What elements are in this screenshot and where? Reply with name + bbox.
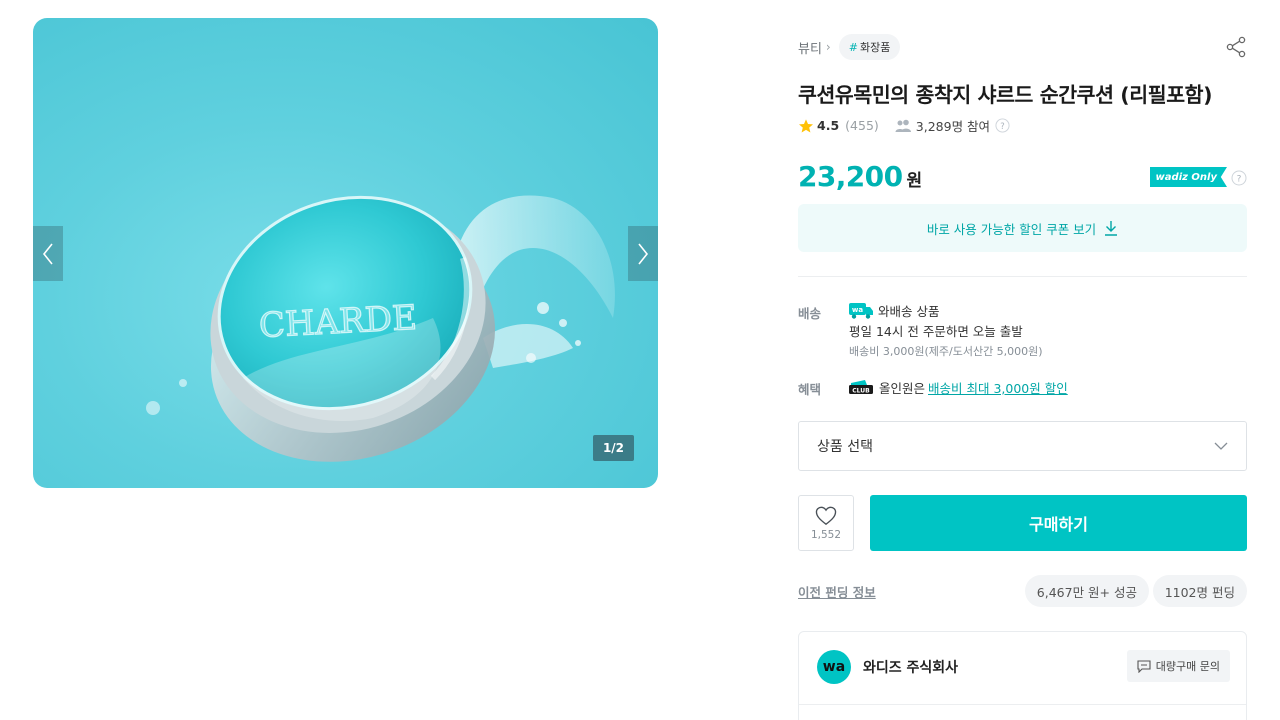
breadcrumb-category[interactable]: 뷰티 (798, 38, 822, 57)
buy-button[interactable]: 구매하기 (870, 495, 1247, 551)
maker-card: wa 와디즈 주식회사 대량구매 문의 (798, 631, 1247, 720)
star-icon (799, 118, 813, 133)
tag-hash: # (848, 40, 858, 54)
people-icon (895, 119, 911, 132)
shipping-info: wa 와배송 상품 평일 14시 전 주문하면 오늘 출발 배송비 3,000원… (849, 300, 1043, 359)
svg-text:wa: wa (852, 306, 863, 314)
bulk-inquiry-button[interactable]: 대량구매 문의 (1126, 650, 1230, 682)
tag-label: 화장품 (859, 41, 891, 54)
help-icon[interactable]: ? (995, 118, 1010, 133)
gallery-page-indicator: 1/2 (593, 435, 634, 461)
rating-value: 4.5 (817, 118, 840, 133)
benefit-info: CLUB 올인원은 배송비 최대 3,000원 할인 (849, 377, 1068, 397)
svg-text:CHARDE: CHARDE (258, 298, 418, 346)
previous-funding-link[interactable]: 이전 펀딩 정보 (798, 582, 876, 601)
svg-text:?: ? (1000, 121, 1004, 131)
category-tag[interactable]: # 화장품 (838, 34, 901, 60)
shipping-fee: 배송비 3,000원(제주/도서산간 5,000원) (849, 345, 1043, 358)
maker-name[interactable]: 와디즈 주식회사 (863, 657, 958, 677)
rating-count[interactable]: (455) (845, 118, 879, 133)
shipping-type: 와배송 상품 (878, 303, 940, 319)
shipping-label: 배송 (798, 306, 822, 321)
svg-text:CLUB: CLUB (852, 388, 870, 395)
delivery-truck-icon: wa (849, 303, 873, 319)
chevron-right-icon: › (825, 40, 831, 54)
bulk-inquiry-label: 대량구매 문의 (1155, 660, 1220, 673)
maker-logo[interactable]: wa (817, 650, 851, 684)
chevron-left-icon (42, 243, 53, 264)
section-divider (798, 276, 1247, 277)
svg-text:?: ? (1237, 175, 1242, 185)
participant-count: 3,289명 참여 (915, 119, 991, 134)
product-title: 쿠션유목민의 종착지 샤르드 순간쿠션 (리필포함) (798, 83, 1213, 107)
chevron-right-icon (638, 243, 649, 264)
gallery-prev-button[interactable] (33, 226, 63, 281)
benefit-prefix: 올인원은 (879, 380, 926, 396)
funding-amount-chip: 6,467만 원+ 성공 (1024, 575, 1149, 607)
option-select-placeholder: 상품 선택 (817, 439, 873, 455)
shipping-schedule: 평일 14시 전 주문하면 오늘 출발 (849, 324, 1023, 339)
rating-row: 4.5 (455) 3,289명 참여 ? (798, 116, 1010, 135)
gallery-next-button[interactable] (628, 226, 658, 281)
maker-divider (799, 704, 1246, 705)
chevron-down-icon (1214, 442, 1228, 450)
download-icon (1105, 221, 1118, 236)
product-image: CHARDE (146, 195, 615, 462)
breadcrumb: 뷰티 › # 화장품 (798, 34, 1247, 60)
option-select[interactable]: 상품 선택 (798, 421, 1247, 471)
share-icon[interactable] (1225, 36, 1247, 58)
help-icon[interactable]: ? (1231, 170, 1247, 186)
funding-people-chip: 1102명 펀딩 (1152, 575, 1247, 607)
price-value: 23,200 (798, 160, 903, 193)
chat-icon (1137, 659, 1151, 673)
heart-icon (815, 506, 837, 525)
club-truck-icon: CLUB (849, 380, 873, 395)
like-count: 1,552 (810, 528, 842, 541)
benefit-link[interactable]: 배송비 최대 3,000원 할인 (928, 378, 1068, 397)
price-row: 23,200 원 wadiz Only ? (798, 160, 1247, 193)
product-info: 뷰티 › # 화장품 쿠션유목민의 종착지 샤르드 순간쿠션 (리필포함) 4.5… (798, 0, 1247, 720)
price-unit: 원 (906, 171, 923, 191)
wadiz-only-badge: wadiz Only (1149, 167, 1227, 187)
like-button[interactable]: 1,552 (798, 495, 854, 551)
product-gallery: CHARDE 1/2 (33, 18, 658, 488)
coupon-button[interactable]: 바로 사용 가능한 할인 쿠폰 보기 (798, 204, 1247, 252)
coupon-label: 바로 사용 가능한 할인 쿠폰 보기 (926, 221, 1097, 237)
benefit-label: 혜택 (798, 382, 822, 397)
